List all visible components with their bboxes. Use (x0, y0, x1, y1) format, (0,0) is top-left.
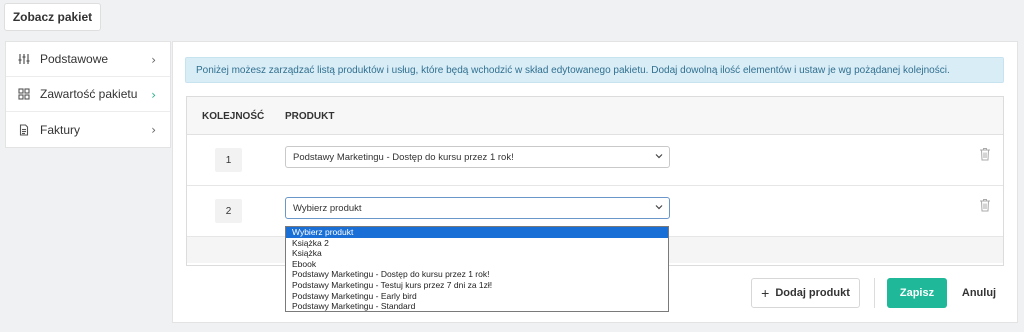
sidebar: Podstawowe › Zawartość pakietu › Faktury… (5, 41, 171, 148)
order-number: 2 (215, 199, 242, 223)
document-icon (18, 123, 30, 136)
plus-icon: + (761, 285, 770, 301)
table-row: 1 Podstawy Marketingu - Dostęp do kursu … (187, 135, 1003, 186)
product-select-value: Wybierz produkt (293, 202, 362, 214)
chevron-right-icon: › (151, 53, 156, 67)
table-header: KOLEJNOŚĆ PRODUKT (187, 97, 1003, 135)
dropdown-option[interactable]: Podstawy Marketingu - Early bird (286, 291, 668, 302)
sidebar-item-label: Faktury (40, 122, 81, 137)
column-header-order: KOLEJNOŚĆ (202, 111, 265, 122)
view-package-button[interactable]: Zobacz pakiet (4, 3, 101, 31)
dropdown-option[interactable]: Książka 2 (286, 238, 668, 249)
dropdown-option[interactable]: Wybierz produkt (286, 227, 668, 238)
chevron-right-icon: › (151, 88, 156, 102)
add-product-label: Dodaj produkt (775, 287, 850, 299)
product-select-value: Podstawy Marketingu - Dostęp do kursu pr… (293, 151, 514, 163)
add-product-button[interactable]: + Dodaj produkt (751, 278, 860, 308)
order-number: 1 (215, 148, 242, 172)
sidebar-item-invoices[interactable]: Faktury › (6, 112, 170, 147)
cancel-button[interactable]: Anuluj (958, 278, 1000, 308)
save-button[interactable]: Zapisz (887, 278, 947, 308)
button-divider (874, 278, 875, 308)
product-select[interactable]: Wybierz produkt (285, 197, 670, 219)
product-dropdown-list[interactable]: Wybierz produkt Książka 2 Książka Ebook … (285, 226, 669, 312)
dropdown-option[interactable]: Podstawy Marketingu - Standard (286, 301, 668, 312)
dropdown-option[interactable]: Podstawy Marketingu - Testuj kurs przez … (286, 280, 668, 291)
chevron-right-icon: › (151, 123, 156, 137)
grid-icon (18, 88, 30, 100)
sidebar-item-package-contents[interactable]: Zawartość pakietu › (6, 77, 170, 112)
sidebar-item-label: Zawartość pakietu (40, 87, 138, 101)
column-header-product: PRODUKT (285, 111, 335, 122)
chevron-down-icon (655, 154, 663, 159)
info-alert: Poniżej możesz zarządzać listą produktów… (185, 57, 1004, 83)
dropdown-option[interactable]: Podstawy Marketingu - Dostęp do kursu pr… (286, 269, 668, 280)
sliders-icon (18, 53, 30, 65)
dropdown-option[interactable]: Książka (286, 248, 668, 259)
trash-icon[interactable] (979, 147, 991, 161)
trash-icon[interactable] (979, 198, 991, 212)
chevron-down-icon (655, 205, 663, 210)
dropdown-option[interactable]: Ebook (286, 259, 668, 270)
sidebar-item-label: Podstawowe (40, 52, 109, 66)
sidebar-item-basics[interactable]: Podstawowe › (6, 42, 170, 77)
product-select[interactable]: Podstawy Marketingu - Dostęp do kursu pr… (285, 146, 670, 168)
